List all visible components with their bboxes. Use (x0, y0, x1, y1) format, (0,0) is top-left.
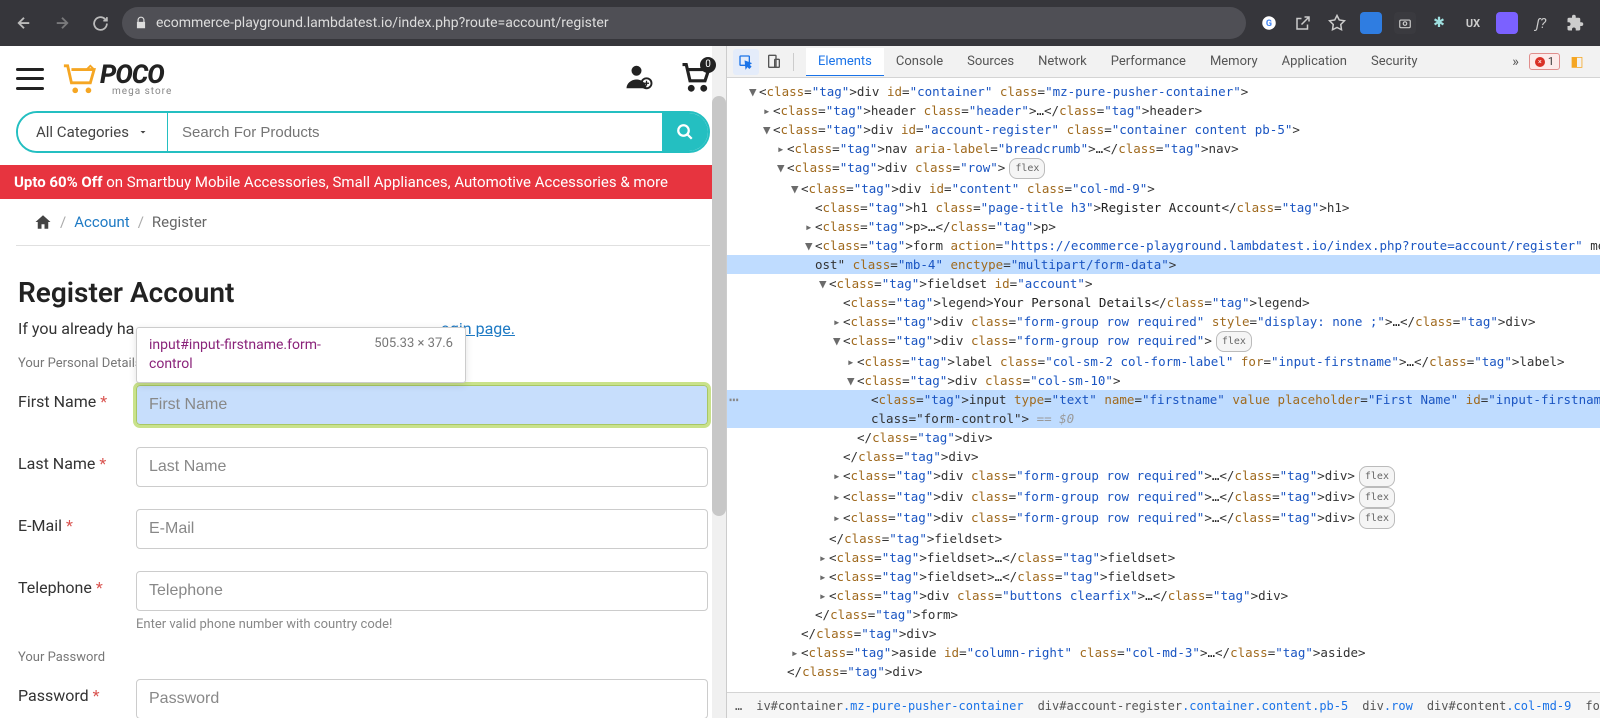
label-firstname: First Name * (18, 385, 136, 413)
lock-icon (134, 16, 148, 30)
extension-icons: G ✱ UX ʃ? (1252, 12, 1592, 34)
browser-chrome: ecommerce-playground.lambdatest.io/index… (0, 0, 1600, 46)
page-pane: POCO mega store 0 All Categories (0, 46, 726, 718)
home-icon[interactable] (34, 213, 52, 231)
tab-network[interactable]: Network (1026, 48, 1099, 76)
forward-button[interactable] (46, 7, 78, 39)
cart-logo-icon (60, 62, 98, 96)
email-input[interactable] (136, 509, 708, 549)
lastname-input[interactable] (136, 447, 708, 487)
camera-icon[interactable] (1394, 12, 1416, 34)
telephone-hint: Enter valid phone number with country co… (136, 617, 708, 632)
search-button[interactable] (662, 113, 708, 151)
promo-banner[interactable]: Upto 60% Off on Smartbuy Mobile Accessor… (0, 165, 726, 199)
ux-icon[interactable]: UX (1462, 12, 1484, 34)
back-button[interactable] (8, 7, 40, 39)
label-password: Password * (18, 679, 136, 707)
share-icon[interactable] (1292, 12, 1314, 34)
ext-3-icon[interactable]: ʃ? (1530, 12, 1552, 34)
tab-console[interactable]: Console (884, 48, 955, 76)
site-header: POCO mega store 0 (0, 46, 726, 111)
dom-tree[interactable]: ▼<class="tag">div id="container" class="… (727, 78, 1600, 692)
devtools-more-icon[interactable]: » (1506, 54, 1525, 70)
tab-elements[interactable]: Elements (806, 48, 884, 76)
logo[interactable]: POCO mega store (60, 60, 172, 97)
tooltip-selector: input#input-firstname.form-control (149, 336, 350, 374)
firstname-input[interactable] (136, 385, 708, 425)
inspect-button[interactable] (733, 49, 759, 75)
password-input[interactable] (136, 679, 708, 718)
google-icon[interactable]: G (1258, 12, 1280, 34)
chevron-down-icon (137, 126, 149, 138)
label-email: E-Mail * (18, 509, 136, 537)
label-telephone: Telephone * (18, 571, 136, 599)
telephone-input[interactable] (136, 571, 708, 611)
cart-badge: 0 (700, 57, 716, 73)
tooltip-dimensions: 505.33 × 37.6 (374, 336, 453, 374)
page-scrollbar[interactable] (712, 46, 726, 718)
cart-icon[interactable]: 0 (680, 62, 710, 96)
ext-1-icon[interactable] (1360, 12, 1382, 34)
tab-security[interactable]: Security (1359, 48, 1430, 76)
devtools-toolbar: Elements Console Sources Network Perform… (727, 46, 1600, 78)
inspect-tooltip: input#input-firstname.form-control 505.3… (136, 327, 466, 383)
gear-icon[interactable]: ✱ (1428, 12, 1450, 34)
address-bar[interactable]: ecommerce-playground.lambdatest.io/index… (122, 7, 1246, 39)
hamburger-menu[interactable] (16, 68, 44, 90)
device-button[interactable] (761, 49, 787, 75)
tab-application[interactable]: Application (1270, 48, 1359, 76)
user-icon[interactable] (624, 62, 654, 96)
page-title: Register Account (18, 276, 708, 309)
devtools-warn-icon[interactable]: ◧ (1564, 49, 1590, 75)
dom-crumb-bar[interactable]: …iv#container.mz-pure-pusher-containerdi… (727, 692, 1600, 718)
breadcrumb-current: Register (152, 213, 207, 231)
breadcrumb-account[interactable]: Account (74, 213, 130, 231)
star-icon[interactable] (1326, 12, 1348, 34)
category-select[interactable]: All Categories (18, 113, 168, 151)
devtools-pane: Elements Console Sources Network Perform… (726, 46, 1600, 718)
ext-2-icon[interactable] (1496, 12, 1518, 34)
tab-memory[interactable]: Memory (1198, 48, 1270, 76)
svg-text:G: G (1266, 19, 1272, 29)
error-badge[interactable]: ×1 (1529, 53, 1560, 70)
logo-subtext: mega store (112, 86, 172, 97)
reload-button[interactable] (84, 7, 116, 39)
label-lastname: Last Name * (18, 447, 136, 475)
legend-password: Your Password (18, 650, 708, 665)
tab-performance[interactable]: Performance (1099, 48, 1198, 76)
puzzle-icon[interactable] (1564, 12, 1586, 34)
devtools-tabs: Elements Console Sources Network Perform… (806, 48, 1504, 76)
search-input[interactable] (168, 113, 662, 151)
breadcrumb: / Account / Register (16, 199, 710, 246)
search-bar: All Categories (16, 111, 710, 153)
url-text: ecommerce-playground.lambdatest.io/index… (156, 15, 609, 31)
tab-sources[interactable]: Sources (955, 48, 1026, 76)
